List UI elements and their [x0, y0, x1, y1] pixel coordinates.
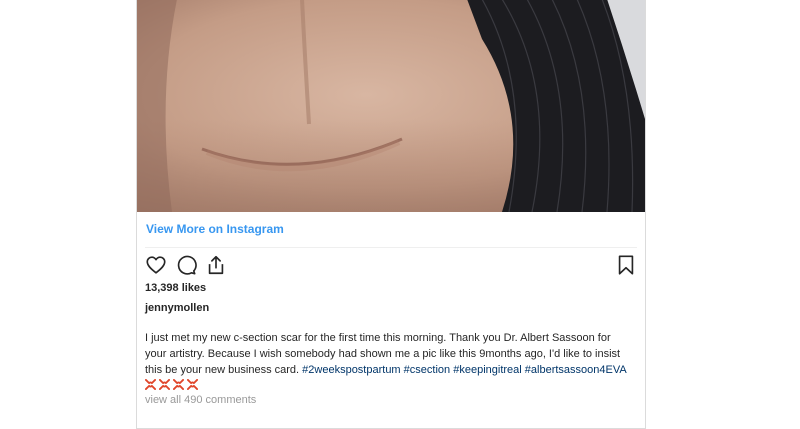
share-icon[interactable] — [205, 254, 227, 276]
post-photo[interactable] — [137, 0, 645, 212]
anger-symbol-emoji — [187, 379, 198, 390]
likes-count[interactable]: 13,398 likes — [145, 282, 206, 294]
heart-icon[interactable] — [145, 254, 167, 276]
view-comments-link[interactable]: view all 490 comments — [145, 394, 256, 406]
post-actions — [145, 254, 227, 276]
hashtag-link[interactable]: #2weekspostpartum — [302, 364, 400, 376]
hashtag-link[interactable]: #albertsassoon4EVA — [525, 364, 626, 376]
post-image — [137, 0, 645, 212]
anger-symbol-emoji — [159, 379, 170, 390]
hashtag-link[interactable]: #keepingitreal — [453, 364, 522, 376]
comment-icon[interactable] — [175, 254, 197, 276]
anger-symbol-emoji — [173, 379, 184, 390]
instagram-embed: View More on Instagram 13,398 likes jenn… — [136, 0, 646, 429]
view-more-link[interactable]: View More on Instagram — [146, 222, 284, 236]
post-username[interactable]: jennymollen — [145, 302, 209, 314]
post-caption: I just met my new c-section scar for the… — [145, 330, 635, 394]
emoji-group — [145, 379, 201, 392]
hashtag-link[interactable]: #csection — [404, 364, 450, 376]
bookmark-icon[interactable] — [615, 254, 637, 276]
anger-symbol-emoji — [145, 379, 156, 390]
divider — [145, 247, 637, 248]
